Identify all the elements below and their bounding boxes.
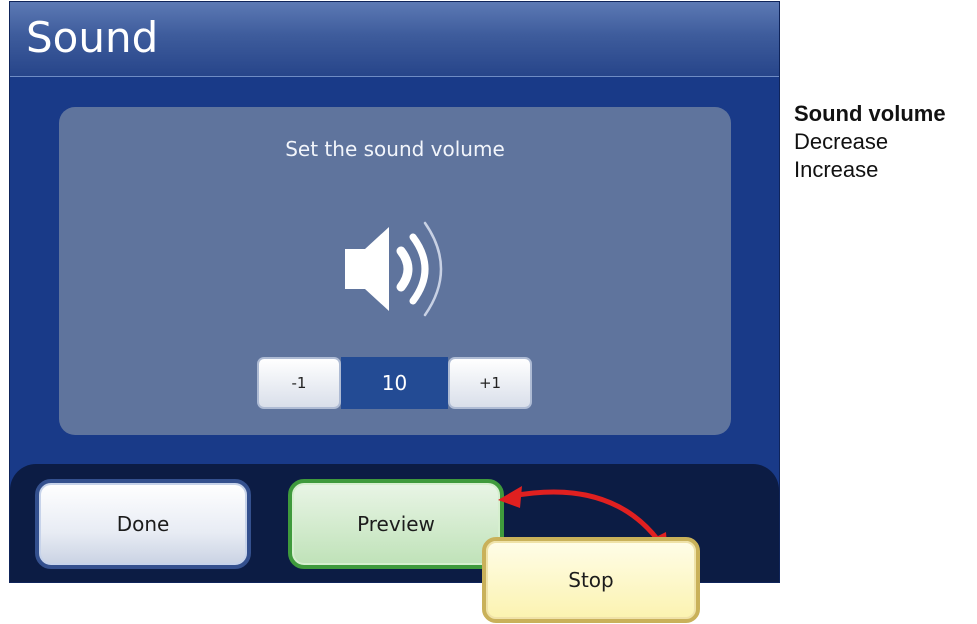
panel-heading: Set the sound volume [285,137,505,161]
page-title: Sound [26,13,159,62]
legend-item-increase: Increase [794,157,879,182]
stop-button[interactable]: Stop [482,537,700,623]
speaker-volume-icon [345,221,443,317]
preview-button[interactable]: Preview [288,479,504,569]
decrease-volume-button[interactable]: -1 [257,357,341,409]
increase-volume-button[interactable]: +1 [448,357,532,409]
volume-panel: Set the sound volume -1 10 +1 [59,107,731,435]
volume-stepper: -1 10 +1 [257,357,533,409]
volume-value: 10 [341,357,448,409]
annotation-legend: Sound volume Decrease Increase [794,100,946,184]
done-button[interactable]: Done [35,479,251,569]
title-bar: Sound [10,2,779,77]
legend-title: Sound volume [794,101,946,126]
legend-item-decrease: Decrease [794,129,889,154]
